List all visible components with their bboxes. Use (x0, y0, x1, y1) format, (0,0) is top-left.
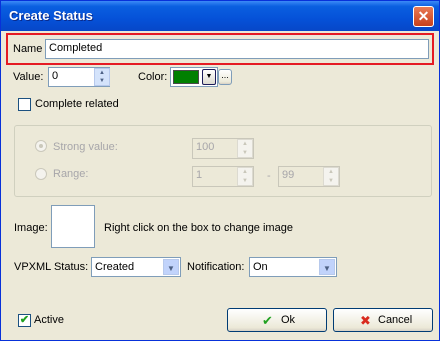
range-from-spinner[interactable]: ▲ ▼ (237, 167, 253, 186)
close-icon: ✕ (417, 8, 430, 24)
strong-value-radio[interactable] (35, 140, 47, 152)
chevron-down-icon[interactable]: ▼ (319, 259, 335, 275)
value-spinner[interactable]: ▲ ▼ (94, 68, 110, 86)
notification-select[interactable]: On ▼ (249, 257, 337, 277)
name-value: Completed (49, 42, 103, 54)
vpxml-status-value: Created (95, 261, 135, 273)
color-swatch (173, 70, 199, 84)
image-label: Image: (14, 222, 48, 234)
complete-related-checkbox[interactable] (18, 98, 31, 111)
range-radio[interactable] (35, 168, 47, 180)
vpxml-status-select[interactable]: Created ▼ (91, 257, 181, 277)
active-label[interactable]: Active (34, 314, 64, 326)
notification-label: Notification: (187, 261, 245, 273)
range-to-spinner[interactable]: ▲ ▼ (323, 167, 339, 186)
ok-button[interactable]: ✔ Ok (227, 308, 327, 332)
value-value: 0 (52, 70, 59, 82)
spin-down-icon[interactable]: ▼ (238, 177, 252, 186)
dialog-body: Name Completed Value: 0 ▲ ▼ Color: ▼ ...… (4, 31, 436, 338)
name-label: Name (13, 43, 43, 55)
cancel-button-label: Cancel (378, 314, 413, 326)
dialog-title: Create Status (9, 8, 93, 23)
image-hint: Right click on the box to change image (104, 222, 293, 234)
active-checkbox[interactable]: ✔ (18, 314, 31, 327)
spin-up-icon[interactable]: ▲ (238, 168, 252, 177)
color-more-button[interactable]: ... (218, 69, 232, 85)
range-label: Range: (53, 168, 89, 180)
spin-down-icon[interactable]: ▼ (238, 149, 252, 158)
cancel-button[interactable]: ✖ Cancel (333, 308, 433, 332)
notification-value: On (253, 261, 268, 273)
close-button[interactable]: ✕ (413, 6, 434, 27)
check-icon: ✔ (262, 313, 273, 328)
spin-down-icon[interactable]: ▼ (324, 177, 338, 186)
color-label: Color: (138, 71, 168, 83)
strong-value-spinner[interactable]: ▲ ▼ (237, 139, 253, 158)
spin-down-icon[interactable]: ▼ (95, 77, 109, 86)
range-from-value: 1 (196, 169, 203, 181)
vpxml-status-label: VPXML Status: (14, 261, 89, 273)
ok-button-label: Ok (281, 314, 296, 326)
chevron-down-icon: ▼ (205, 73, 213, 80)
color-picker[interactable]: ▼ (170, 67, 218, 87)
create-status-dialog: Create Status ✕ Name Completed Value: 0 … (0, 0, 440, 341)
name-input[interactable]: Completed (45, 39, 429, 59)
ellipsis-icon: ... (221, 70, 229, 80)
color-dropdown-button[interactable]: ▼ (202, 69, 216, 85)
range-separator: - (267, 170, 271, 182)
chevron-down-icon[interactable]: ▼ (163, 259, 179, 275)
strong-value-value: 100 (196, 141, 215, 153)
spin-up-icon[interactable]: ▲ (238, 140, 252, 149)
title-bar[interactable]: Create Status ✕ (1, 1, 439, 31)
strong-value-label: Strong value: (53, 141, 118, 153)
image-box[interactable] (51, 205, 95, 248)
range-to-value: 99 (282, 169, 295, 181)
cross-icon: ✖ (360, 313, 371, 328)
value-label: Value: (13, 71, 44, 83)
complete-related-label[interactable]: Complete related (35, 98, 119, 110)
spin-up-icon[interactable]: ▲ (324, 168, 338, 177)
check-icon: ✔ (19, 314, 30, 326)
